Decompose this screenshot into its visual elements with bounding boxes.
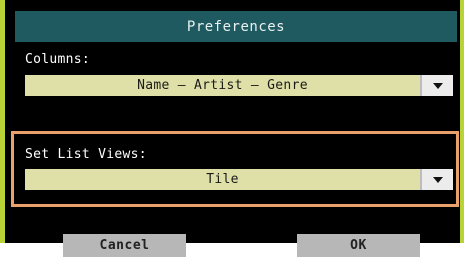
chevron-down-icon <box>432 176 443 183</box>
columns-select[interactable]: Name – Artist – Genre <box>25 75 453 96</box>
set-list-views-label: Set List Views: <box>25 147 147 162</box>
columns-select-value: Name – Artist – Genre <box>137 78 308 93</box>
set-list-views-select[interactable]: Tile <box>25 169 453 190</box>
preferences-dialog: Preferences Columns: Name – Artist – Gen… <box>0 0 464 243</box>
columns-dropdown-button[interactable] <box>420 75 453 96</box>
ok-button[interactable]: OK <box>297 234 420 257</box>
columns-label: Columns: <box>25 52 91 67</box>
set-list-views-select-value: Tile <box>206 172 239 187</box>
cancel-button[interactable]: Cancel <box>63 234 186 257</box>
set-list-views-dropdown-button[interactable] <box>420 169 453 190</box>
dialog-title: Preferences <box>15 11 457 42</box>
chevron-down-icon <box>432 82 443 89</box>
